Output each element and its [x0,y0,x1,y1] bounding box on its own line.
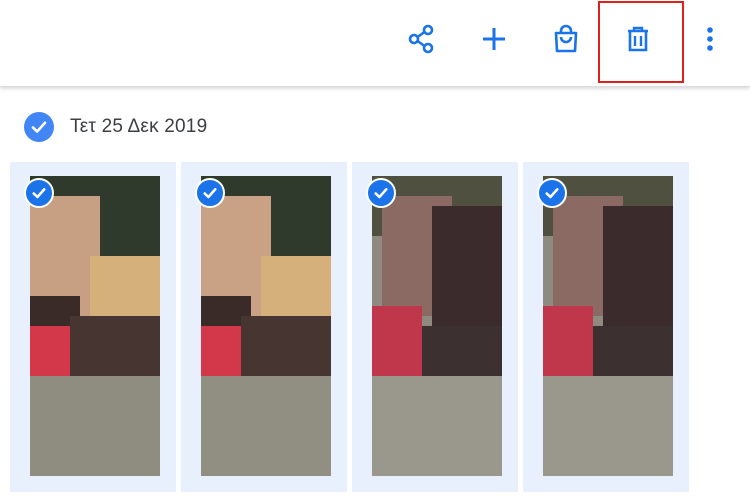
photo-tile[interactable] [181,162,347,492]
photo-tile[interactable] [352,162,518,492]
select-group-checkbox[interactable] [24,112,54,142]
photo-thumbnail [543,176,673,476]
add-to-button[interactable] [471,16,517,62]
check-icon [545,188,559,199]
photo-selected-checkbox[interactable] [195,178,225,208]
delete-button[interactable] [615,16,661,62]
check-icon [203,188,217,199]
check-icon [31,121,47,133]
plus-icon [483,28,505,50]
date-group-header: Τετ 25 Δεκ 2019 [24,112,207,142]
photo-selected-checkbox[interactable] [537,178,567,208]
share-icon [408,24,434,54]
shopping-bag-icon [554,24,578,53]
more-options-button[interactable] [687,16,733,62]
order-photos-button[interactable] [543,16,589,62]
photo-selected-checkbox[interactable] [366,178,396,208]
check-icon [32,188,46,199]
selection-toolbar [0,0,750,87]
check-icon [374,188,388,199]
share-button[interactable] [398,16,444,62]
photo-tile[interactable] [10,162,176,492]
photo-thumbnail [201,176,331,476]
photo-thumbnail [30,176,160,476]
date-label: Τετ 25 Δεκ 2019 [70,116,208,137]
photo-thumbnail [372,176,502,476]
photo-selected-checkbox[interactable] [24,178,54,208]
trash-icon [628,26,648,52]
photo-tile[interactable] [523,162,689,492]
more-vert-icon [707,27,713,51]
